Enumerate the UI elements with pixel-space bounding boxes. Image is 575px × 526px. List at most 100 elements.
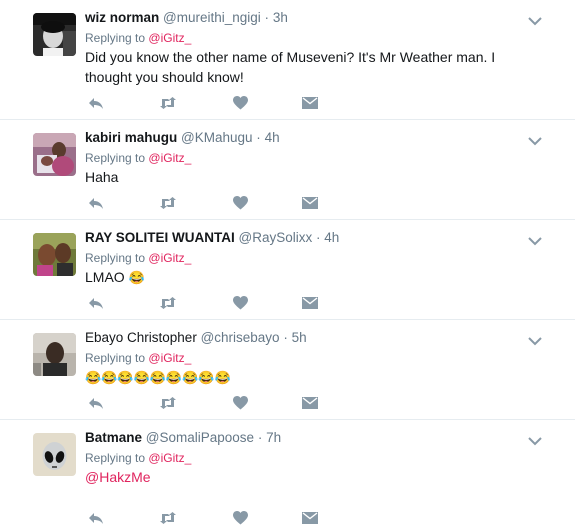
tweet-text: 😂😂😂😂😂😂😂😂😂 <box>85 367 525 388</box>
reply-tweet[interactable]: kabiri mahugu @KMahugu · 4h Replying to … <box>0 120 575 220</box>
replying-to-label: Replying to <box>85 151 146 165</box>
tweet-actions <box>85 95 319 111</box>
replying-to: Replying to @iGitz_ <box>85 150 525 166</box>
tweet-header: kabiri mahugu @KMahugu · 4h <box>85 129 525 147</box>
tweet-text: Haha <box>85 169 119 185</box>
separator-dot: · <box>316 230 321 245</box>
timestamp[interactable]: 3h <box>273 10 288 25</box>
tweet-text: @HakzMe <box>85 467 525 487</box>
tweet-header: wiz norman @mureithi_ngigi · 3h <box>85 9 525 27</box>
heart-icon[interactable] <box>231 95 249 111</box>
timestamp[interactable]: 4h <box>265 130 280 145</box>
tweet-actions <box>85 295 319 311</box>
replying-to-mention[interactable]: @iGitz_ <box>148 251 191 265</box>
tweet-header: Ebayo Christopher @chrisebayo · 5h <box>85 329 525 347</box>
avatar-image <box>33 13 76 56</box>
reply-tweet[interactable]: wiz norman @mureithi_ngigi · 3h Replying… <box>0 0 575 120</box>
tweet-text: LMAO 😂 <box>85 267 525 288</box>
avatar-image <box>33 133 76 176</box>
reply-tweet[interactable]: Ebayo Christopher @chrisebayo · 5h Reply… <box>0 320 575 420</box>
tweet-content: Ebayo Christopher @chrisebayo · 5h Reply… <box>85 329 525 388</box>
username[interactable]: @SomaliPapoose <box>146 430 254 445</box>
replying-to-mention[interactable]: @iGitz_ <box>148 151 191 165</box>
reply-arrow-icon[interactable] <box>87 95 105 111</box>
reply-tweet[interactable]: RAY SOLITEI WUANTAI @RaySolixx · 4h Repl… <box>0 220 575 320</box>
replying-to: Replying to @iGitz_ <box>85 450 525 466</box>
replying-to-mention[interactable]: @iGitz_ <box>148 31 191 45</box>
replying-to-label: Replying to <box>85 451 146 465</box>
reply-tweet[interactable]: Batmane @SomaliPapoose · 7h Replying to … <box>0 420 575 525</box>
separator-dot: · <box>256 130 261 145</box>
chevron-down-icon[interactable] <box>528 133 542 146</box>
retweet-icon[interactable] <box>159 95 177 111</box>
tweet-header: Batmane @SomaliPapoose · 7h <box>85 429 525 447</box>
replies-list: wiz norman @mureithi_ngigi · 3h Replying… <box>0 0 575 525</box>
replying-to-label: Replying to <box>85 251 146 265</box>
tweet-text-words: LMAO <box>85 269 125 285</box>
avatar[interactable] <box>33 13 76 56</box>
replying-to: Replying to @iGitz_ <box>85 350 525 366</box>
timestamp[interactable]: 4h <box>324 230 339 245</box>
separator-dot: · <box>264 10 270 25</box>
mention-link[interactable]: @HakzMe <box>85 469 151 485</box>
reply-arrow-icon[interactable] <box>87 395 105 411</box>
retweet-icon[interactable] <box>159 195 177 211</box>
avatar[interactable] <box>33 133 76 176</box>
timestamp[interactable]: 7h <box>266 430 281 445</box>
tweet-content: Batmane @SomaliPapoose · 7h Replying to … <box>85 429 525 487</box>
username[interactable]: @KMahugu <box>181 130 253 145</box>
avatar[interactable] <box>33 233 76 276</box>
reply-arrow-icon[interactable] <box>87 195 105 211</box>
heart-icon[interactable] <box>231 510 249 526</box>
username[interactable]: @mureithi_ngigi <box>163 10 261 25</box>
retweet-icon[interactable] <box>159 510 177 526</box>
replying-to-label: Replying to <box>85 351 146 365</box>
reply-arrow-icon[interactable] <box>87 295 105 311</box>
tweet-actions <box>85 395 319 411</box>
tweet-actions <box>85 195 319 211</box>
heart-icon[interactable] <box>231 395 249 411</box>
avatar[interactable] <box>33 333 76 376</box>
display-name[interactable]: wiz norman <box>85 10 159 25</box>
avatar-image <box>33 233 76 276</box>
replying-to-mention[interactable]: @iGitz_ <box>148 451 191 465</box>
replying-to: Replying to @iGitz_ <box>85 30 525 46</box>
replying-to: Replying to @iGitz_ <box>85 250 525 266</box>
username[interactable]: @chrisebayo <box>201 330 280 345</box>
laughing-tears-emoji-row: 😂😂😂😂😂😂😂😂😂 <box>85 370 231 385</box>
tweet-content: RAY SOLITEI WUANTAI @RaySolixx · 4h Repl… <box>85 229 525 288</box>
retweet-icon[interactable] <box>159 395 177 411</box>
heart-icon[interactable] <box>231 195 249 211</box>
envelope-icon[interactable] <box>301 95 319 111</box>
timestamp[interactable]: 5h <box>292 330 307 345</box>
envelope-icon[interactable] <box>301 395 319 411</box>
envelope-icon[interactable] <box>301 510 319 526</box>
separator-dot: · <box>257 430 263 445</box>
display-name[interactable]: Batmane <box>85 430 142 445</box>
laughing-tears-emoji: 😂 <box>128 270 145 285</box>
tweet-header: RAY SOLITEI WUANTAI @RaySolixx · 4h <box>85 229 525 247</box>
chevron-down-icon[interactable] <box>528 233 542 246</box>
chevron-down-icon[interactable] <box>528 333 542 346</box>
envelope-icon[interactable] <box>301 195 319 211</box>
replying-to-mention[interactable]: @iGitz_ <box>148 351 191 365</box>
avatar-image <box>33 433 76 476</box>
username[interactable]: @RaySolixx <box>239 230 313 245</box>
chevron-down-icon[interactable] <box>528 433 542 446</box>
envelope-icon[interactable] <box>301 295 319 311</box>
display-name[interactable]: kabiri mahugu <box>85 130 177 145</box>
avatar-image <box>33 333 76 376</box>
display-name[interactable]: RAY SOLITEI WUANTAI <box>85 230 235 245</box>
retweet-icon[interactable] <box>159 295 177 311</box>
replying-to-label: Replying to <box>85 31 146 45</box>
avatar[interactable] <box>33 433 76 476</box>
reply-arrow-icon[interactable] <box>87 510 105 526</box>
separator-dot: · <box>283 330 288 345</box>
tweet-actions <box>85 510 319 526</box>
tweet-content: wiz norman @mureithi_ngigi · 3h Replying… <box>85 9 525 87</box>
tweet-text: Did you know the other name of Museveni?… <box>85 49 496 85</box>
tweet-content: kabiri mahugu @KMahugu · 4h Replying to … <box>85 129 525 187</box>
chevron-down-icon[interactable] <box>528 13 542 26</box>
heart-icon[interactable] <box>231 295 249 311</box>
display-name[interactable]: Ebayo Christopher <box>85 330 197 345</box>
